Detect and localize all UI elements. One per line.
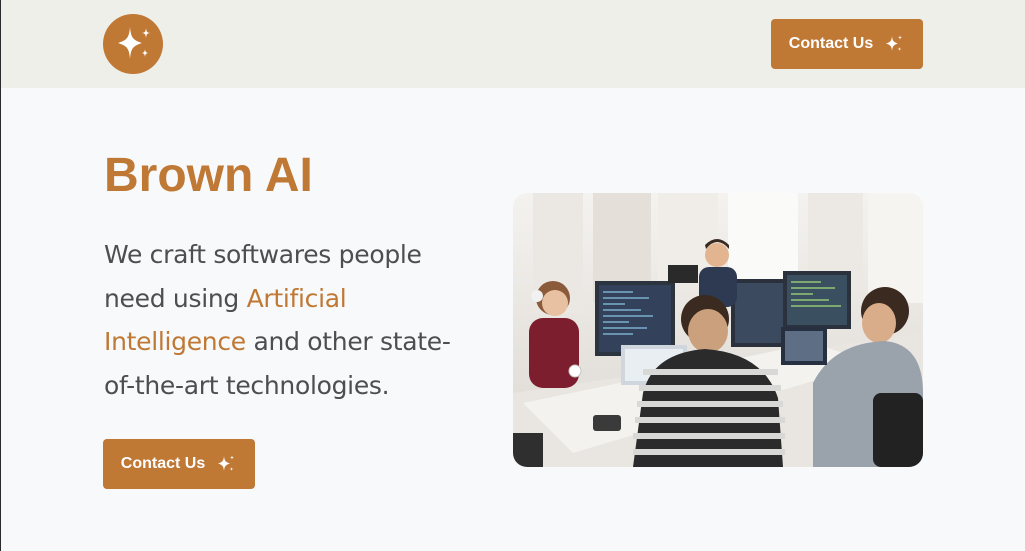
sparkle-icon: [886, 35, 903, 51]
hero-contact-button[interactable]: Contact Us: [103, 439, 255, 489]
page: Contact Us Brown AI We craft softwares p…: [0, 0, 1025, 551]
hero-contact-label: Contact Us: [120, 455, 206, 472]
header-contact-button[interactable]: Contact Us: [771, 19, 923, 69]
office-team-photo: [513, 193, 923, 467]
hero-image: [513, 193, 923, 467]
logo[interactable]: [103, 14, 163, 74]
hero-tagline: We craft softwares people need using Art…: [104, 233, 474, 407]
sparkle-icon: [118, 27, 150, 59]
top-header: Contact Us: [1, 0, 1025, 88]
header-contact-label: Contact Us: [788, 35, 874, 52]
sparkle-icon: [218, 455, 235, 471]
hero-title: Brown AI: [104, 149, 313, 202]
